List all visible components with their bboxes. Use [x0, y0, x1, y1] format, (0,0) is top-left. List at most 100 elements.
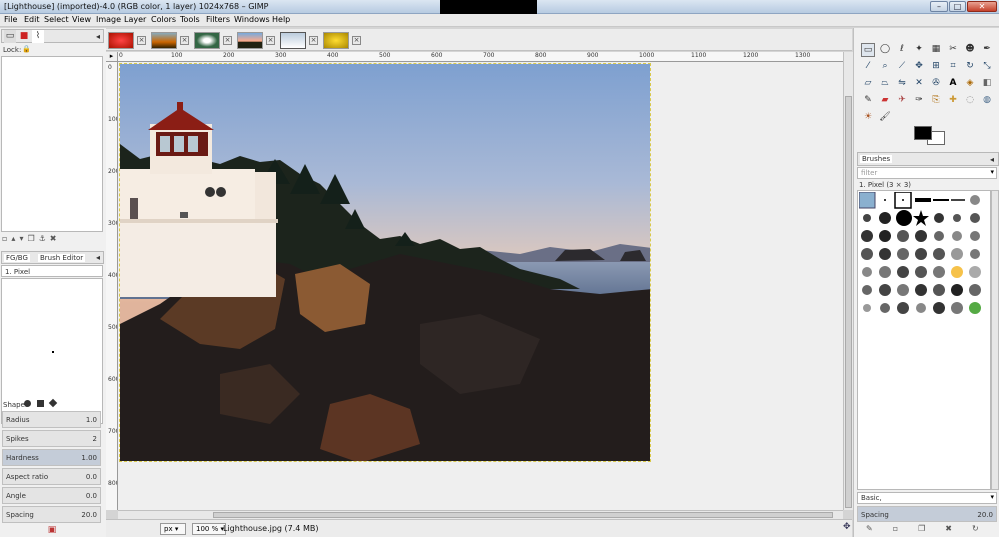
heal-tool-icon[interactable]: ✚ — [946, 94, 960, 107]
tab-brushes[interactable]: Brushes — [860, 155, 893, 163]
shear-tool-icon[interactable]: ▱ — [861, 77, 875, 90]
image-tab-thumb-5[interactable] — [280, 32, 306, 49]
foreground-select-tool-icon[interactable]: ☻ — [963, 43, 977, 56]
menu-layer[interactable]: Layer — [124, 15, 146, 24]
blur-tool-icon[interactable]: ◌ — [963, 94, 977, 107]
scale-tool-icon[interactable]: ⤡ — [980, 60, 994, 73]
delete-layer-icon[interactable]: ✖ — [50, 234, 61, 243]
image-tab-close-1[interactable]: × — [137, 36, 146, 45]
paths-tool-icon[interactable]: ✒ — [980, 43, 994, 56]
layers-list[interactable] — [1, 56, 103, 232]
image-tab-thumb-2[interactable] — [151, 32, 177, 49]
select-by-color-tool-icon[interactable]: ▦ — [929, 43, 943, 56]
fuzzy-select-tool-icon[interactable]: ✦ — [912, 43, 926, 56]
delete-brush-icon[interactable]: ✖ — [945, 524, 972, 533]
duplicate-layer-icon[interactable]: ❐ — [27, 234, 38, 243]
menu-image[interactable]: Image — [96, 15, 121, 24]
horizontal-scrollbar[interactable] — [118, 510, 843, 519]
radius-slider[interactable]: Radius 1.0 — [2, 411, 101, 428]
channels-tab-icon[interactable]: ■ — [18, 30, 30, 43]
brush-spacing-slider[interactable]: Spacing 20.0 — [857, 506, 997, 522]
menu-tools[interactable]: Tools — [180, 15, 200, 24]
close-button[interactable]: ✕ — [967, 1, 997, 12]
clone-tool-icon[interactable]: ⎘ — [929, 94, 943, 107]
preset-dropdown-icon[interactable]: ▾ — [990, 493, 994, 501]
warp-transform-tool-icon[interactable]: ✇ — [929, 77, 943, 90]
image-tab-close-4[interactable]: × — [266, 36, 275, 45]
brush-preset-select[interactable]: Basic, ▾ — [857, 492, 997, 504]
paintbrush-tool-icon[interactable]: 🖌 — [878, 111, 892, 124]
angle-slider[interactable]: Angle 0.0 — [2, 487, 101, 504]
image-tab-close-5[interactable]: × — [309, 36, 318, 45]
ink-tool-icon[interactable]: ✑ — [912, 94, 926, 107]
spacing-slider-left[interactable]: Spacing 20.0 — [2, 506, 101, 523]
unit-select[interactable]: px ▾ — [160, 523, 186, 535]
airbrush-tool-icon[interactable]: ✈ — [895, 94, 909, 107]
cage-transform-tool-icon[interactable]: ✕ — [912, 77, 926, 90]
anchor-layer-icon[interactable]: ⚓ — [39, 234, 50, 243]
menu-file[interactable]: File — [4, 15, 17, 24]
new-brush-icon[interactable]: ▫ — [893, 524, 918, 533]
eraser-tool-icon[interactable]: ▰ — [878, 94, 892, 107]
duplicate-brush-icon[interactable]: ❐ — [918, 524, 945, 533]
text-tool-icon[interactable]: A — [946, 77, 960, 90]
vertical-scroll-thumb[interactable] — [845, 96, 852, 508]
paths-tab-icon[interactable]: ⌇ — [32, 30, 44, 43]
foreground-color-swatch[interactable] — [914, 126, 932, 140]
menu-select[interactable]: Select — [44, 15, 69, 24]
brush-filter-input[interactable]: filter ▾ — [857, 167, 997, 179]
align-tool-icon[interactable]: ⊞ — [929, 60, 943, 73]
layers-tab-icon[interactable]: ▭ — [4, 30, 16, 43]
menu-edit[interactable]: Edit — [24, 15, 40, 24]
spikes-slider[interactable]: Spikes 2 — [2, 430, 101, 447]
free-select-tool-icon[interactable]: ℓ — [895, 43, 909, 56]
minimize-button[interactable]: – — [930, 1, 948, 12]
brush-grid[interactable] — [857, 190, 991, 490]
circle-shape-icon[interactable] — [24, 400, 31, 407]
image-tab-thumb-4[interactable] — [237, 32, 263, 49]
menu-windows[interactable]: Windows — [234, 15, 270, 24]
horizontal-scroll-thumb[interactable] — [213, 512, 833, 518]
image-tab-thumb-1[interactable] — [108, 32, 134, 49]
brushes-menu-icon[interactable]: ◂ — [986, 153, 998, 166]
tab-fg-bg[interactable]: FG/BG — [4, 254, 30, 262]
scissors-tool-icon[interactable]: ✂ — [946, 43, 960, 56]
lock-alpha-icon[interactable]: 🔒 — [22, 45, 31, 53]
image-tab-thumb-3[interactable] — [194, 32, 220, 49]
image-tab-close-6[interactable]: × — [352, 36, 361, 45]
flip-tool-icon[interactable]: ⇋ — [895, 77, 909, 90]
image-tab-thumb-6[interactable] — [323, 32, 349, 49]
perspective-tool-icon[interactable]: ⏢ — [878, 77, 892, 90]
smudge-tool-icon[interactable]: ◍ — [980, 94, 994, 107]
dock-menu-icon[interactable]: ◂ — [92, 30, 104, 43]
brush-grid-scrollbar[interactable] — [991, 190, 999, 490]
tab-brush-editor[interactable]: Brush Editor — [38, 254, 86, 262]
menu-help[interactable]: Help — [272, 15, 290, 24]
aspect-ratio-slider[interactable]: Aspect ratio 0.0 — [2, 468, 101, 485]
edit-brush-icon[interactable]: ✎ — [866, 524, 893, 533]
measure-tool-icon[interactable]: ⟋ — [895, 60, 909, 73]
move-tool-icon[interactable]: ✥ — [912, 60, 926, 73]
zoom-tool-icon[interactable]: ⌕ — [878, 60, 892, 73]
brush-name-field[interactable]: 1. Pixel — [1, 265, 103, 277]
navigate-icon[interactable]: ✥ — [843, 522, 851, 532]
hardness-slider[interactable]: Hardness 1.00 — [2, 449, 101, 466]
square-shape-icon[interactable] — [37, 400, 44, 407]
image-tab-close-2[interactable]: × — [180, 36, 189, 45]
brush-editor-menu-icon[interactable]: ◂ — [92, 251, 104, 264]
save-brush-icon[interactable]: ▣ — [45, 524, 59, 537]
color-picker-tool-icon[interactable]: ⁄ — [861, 60, 875, 73]
refresh-brushes-icon[interactable]: ↻ — [972, 524, 999, 533]
menu-colors[interactable]: Colors — [151, 15, 176, 24]
crop-tool-icon[interactable]: ⌗ — [946, 60, 960, 73]
menu-filters[interactable]: Filters — [206, 15, 230, 24]
filter-dropdown-icon[interactable]: ▾ — [990, 168, 994, 176]
rect-select-tool-icon[interactable]: ▭ — [861, 43, 875, 57]
dodge-burn-tool-icon[interactable]: ☀ — [861, 111, 875, 124]
bucket-fill-tool-icon[interactable]: ◈ — [963, 77, 977, 90]
blend-tool-icon[interactable]: ◧ — [980, 77, 994, 90]
rotate-tool-icon[interactable]: ↻ — [963, 60, 977, 73]
new-layer-icon[interactable]: ▫ — [2, 234, 11, 243]
menu-view[interactable]: View — [72, 15, 91, 24]
pencil-tool-icon[interactable]: ✎ — [861, 94, 875, 107]
